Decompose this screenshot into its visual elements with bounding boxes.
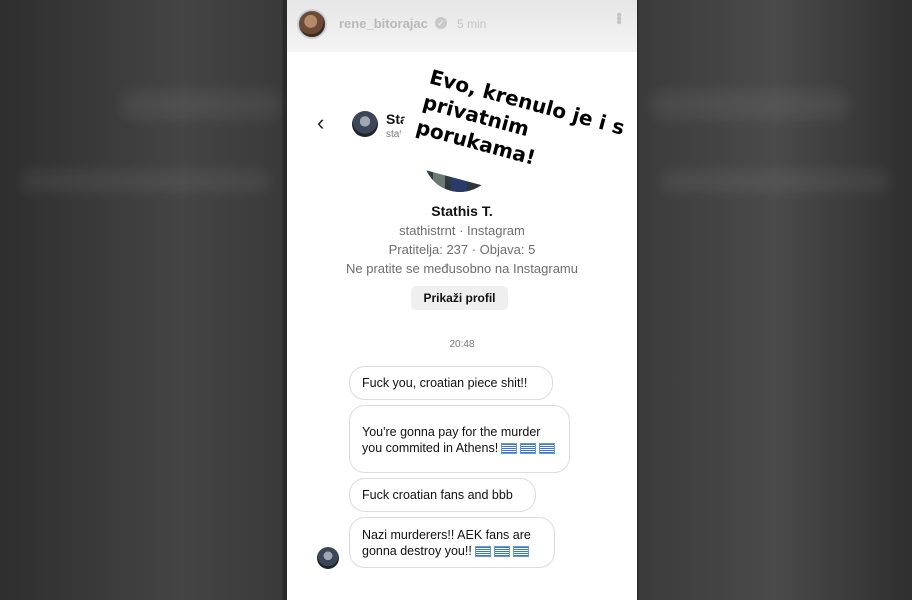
message-text: You're gonna pay for the murder you comm… xyxy=(362,424,557,456)
message-timestamp: 20:48 xyxy=(449,339,475,350)
greek-flag-emoji xyxy=(501,443,518,455)
blurred-shape xyxy=(660,170,890,192)
more-vertical-icon[interactable]: ••• xyxy=(609,12,627,23)
message-bubble[interactable]: Fuck croatian fans and bbb xyxy=(349,478,536,512)
chevron-left-icon[interactable]: ‹ xyxy=(317,112,324,134)
mutual-follow-note: Ne pratite se međusobno na Instagramu xyxy=(346,261,578,276)
greek-flag-emoji xyxy=(520,443,537,455)
message-text: Fuck you, croatian piece shit!! xyxy=(362,376,528,390)
sender-avatar[interactable] xyxy=(317,547,339,569)
blurred-shape xyxy=(20,170,270,192)
message-bubble[interactable]: Fuck you, croatian piece shit!! xyxy=(349,366,553,400)
message-text: Nazi murderers!! AEK fans are gonna dest… xyxy=(362,527,531,558)
greek-flag-emoji xyxy=(493,545,510,557)
message-bubble[interactable]: You're gonna pay for the murder you comm… xyxy=(349,405,570,473)
message-bubble[interactable]: Nazi murderers!! AEK fans are gonna dest… xyxy=(349,517,555,568)
story-avatar[interactable] xyxy=(297,9,327,39)
greek-flag-emoji xyxy=(512,545,529,557)
greek-flag-emoji xyxy=(474,545,491,557)
story-username[interactable]: rene_bitorajac xyxy=(339,16,428,31)
story-time: 5 min xyxy=(457,17,487,31)
verified-badge-icon: ✓ xyxy=(435,17,447,29)
blurred-shape xyxy=(650,90,850,120)
blurred-shape xyxy=(120,90,280,120)
story-header: rene_bitorajac ✓ 5 min ••• xyxy=(287,0,637,52)
profile-stats: Pratitelja: 237 · Objava: 5 xyxy=(388,242,536,257)
dm-avatar[interactable] xyxy=(352,111,378,137)
greek-flag-emoji xyxy=(539,443,556,455)
profile-subtitle: stathistrnt · Instagram xyxy=(399,223,525,238)
view-profile-button[interactable]: Prikaži profil xyxy=(411,286,508,310)
message-text: Fuck croatian fans and bbb xyxy=(362,488,513,502)
